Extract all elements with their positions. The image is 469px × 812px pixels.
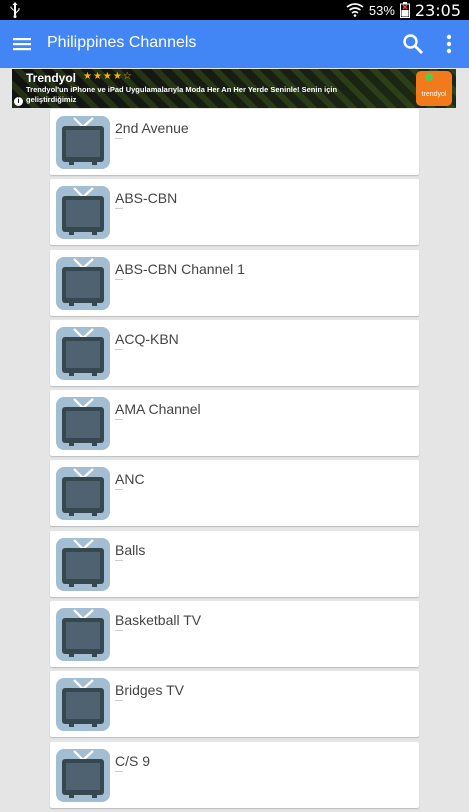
tv-icon (56, 608, 110, 662)
channel-item[interactable]: C/S 9 (50, 741, 419, 808)
tv-icon (56, 537, 110, 591)
channel-list: 2nd Avenue ABS-CBN ABS-CBN Channel 1 ACQ-KB… (50, 109, 419, 812)
channel-item[interactable]: Bridges TV (50, 671, 419, 738)
tv-icon (56, 186, 110, 240)
wifi-icon (346, 3, 364, 17)
channel-name-underline (115, 208, 123, 210)
channel-item[interactable]: 2nd Avenue (50, 109, 419, 175)
channel-name: ABS-CBN Channel 1 (115, 260, 245, 277)
clock: 23:05 (414, 0, 461, 20)
channel-name: ACQ-KBN (115, 330, 179, 347)
channel-name: ANC (115, 471, 145, 488)
tv-icon (56, 748, 110, 802)
channel-item[interactable]: Basketball TV (50, 601, 419, 668)
app-bar: Philippines Channels (0, 20, 469, 68)
page-title: Philippines Channels (47, 34, 197, 51)
channel-item[interactable]: ACQ-KBN (50, 319, 419, 386)
channel-item[interactable]: ABS-CBN (50, 179, 419, 246)
channel-item[interactable]: AMA Channel (50, 390, 419, 457)
channel-name-underline (115, 770, 123, 772)
ad-brand: Trendyol (26, 71, 77, 85)
ad-logo-text: trendyol (421, 91, 447, 98)
tv-icon (56, 326, 110, 380)
ad-description: Trendyol'un iPhone ve iPad Uygulamalarıy… (26, 85, 338, 104)
channel-name: C/S 9 (115, 752, 151, 769)
channel-item[interactable]: ABS-CBN Channel 1 (50, 249, 419, 316)
channel-name-underline (115, 559, 123, 561)
channel-name: AMA Channel (115, 401, 201, 418)
channel-name: ABS-CBN (115, 190, 178, 207)
ad-logo: trendyol (416, 71, 452, 106)
tv-icon (56, 256, 110, 310)
tv-icon (56, 116, 110, 169)
search-icon[interactable] (402, 33, 424, 55)
channel-name-underline (115, 278, 123, 280)
usb-icon (10, 2, 20, 18)
ad-logo-pin-icon (425, 73, 433, 81)
channel-name: Balls (115, 541, 146, 558)
tv-icon (56, 397, 110, 451)
menu-icon[interactable] (12, 34, 32, 54)
battery-percent: 53% (368, 2, 395, 18)
ad-rating-stars: ★★★★☆ (83, 71, 133, 82)
tv-icon (56, 467, 110, 521)
more-vert-icon[interactable] (441, 33, 457, 55)
channel-name-underline (115, 489, 123, 491)
channel-name-underline (115, 419, 123, 421)
channel-name: Basketball TV (115, 612, 202, 629)
channel-name-underline (115, 700, 123, 702)
channel-name: 2nd Avenue (115, 120, 189, 136)
ad-info-icon[interactable]: i (14, 97, 23, 106)
channel-name-underline (115, 138, 123, 139)
ad-banner[interactable]: Trendyol ★★★★☆ Trendyol'un iPhone ve iPa… (12, 69, 456, 108)
battery-icon (399, 2, 410, 18)
channel-name-underline (115, 630, 123, 632)
channel-name: Bridges TV (115, 682, 184, 699)
channel-item[interactable]: Balls (50, 530, 419, 597)
tv-icon (56, 678, 110, 732)
status-bar: 53% 23:05 (0, 0, 469, 20)
channel-name-underline (115, 348, 123, 350)
channel-item[interactable]: ANC (50, 460, 419, 527)
